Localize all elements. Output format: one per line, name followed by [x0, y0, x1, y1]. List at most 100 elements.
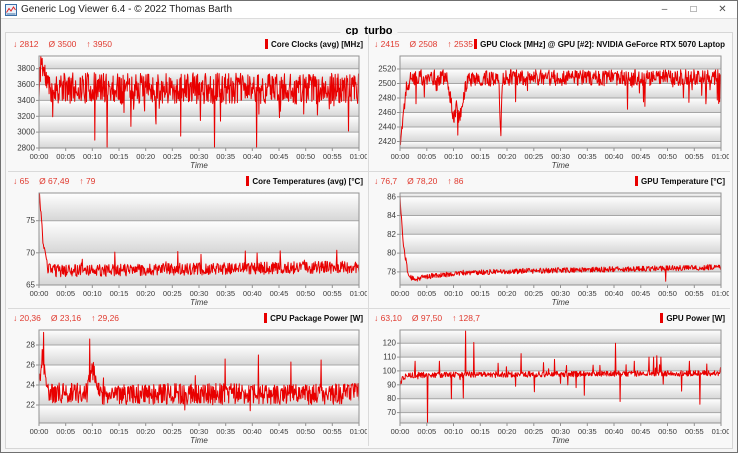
svg-text:70: 70 — [387, 408, 396, 417]
minimize-button[interactable]: – — [650, 1, 679, 18]
chart-panel-core-clocks: ↓ 2812 Ø 3500 ↑ 3950 Core Clocks (avg) [… — [8, 35, 369, 172]
chart-grid: ↓ 2812 Ø 3500 ↑ 3950 Core Clocks (avg) [… — [8, 35, 730, 446]
svg-text:00:10: 00:10 — [83, 289, 102, 298]
svg-text:00:30: 00:30 — [190, 427, 209, 436]
svg-text:00:50: 00:50 — [296, 289, 315, 298]
svg-text:110: 110 — [383, 353, 396, 362]
svg-text:00:20: 00:20 — [136, 152, 155, 161]
svg-text:28: 28 — [26, 341, 35, 350]
svg-text:00:35: 00:35 — [216, 427, 235, 436]
stat-avg: Ø 23,16 — [51, 313, 81, 323]
svg-text:100: 100 — [383, 366, 397, 375]
chart-title: Core Clocks (avg) [MHz] — [265, 39, 363, 49]
svg-text:00:40: 00:40 — [243, 289, 262, 298]
svg-text:Time: Time — [190, 436, 208, 445]
stat-avg: Ø 78,20 — [407, 176, 437, 186]
svg-text:00:55: 00:55 — [685, 427, 704, 436]
chart-plot-area[interactable]: 2224262800:0000:0500:1000:1500:2000:2500… — [9, 326, 367, 445]
chart-plot-area[interactable]: 70809010011012000:0000:0500:1000:1500:20… — [370, 326, 729, 445]
svg-text:22: 22 — [26, 401, 35, 410]
svg-text:2500: 2500 — [378, 79, 396, 88]
chart-canvas: 70809010011012000:0000:0500:1000:1500:20… — [370, 326, 729, 445]
svg-text:00:00: 00:00 — [30, 427, 49, 436]
svg-text:00:20: 00:20 — [136, 427, 155, 436]
svg-text:2520: 2520 — [378, 65, 396, 74]
svg-text:00:00: 00:00 — [30, 152, 49, 161]
svg-text:01:00: 01:00 — [350, 289, 367, 298]
svg-text:Time: Time — [552, 298, 570, 307]
svg-text:00:50: 00:50 — [658, 427, 677, 436]
svg-text:00:10: 00:10 — [444, 152, 463, 161]
svg-text:00:50: 00:50 — [658, 152, 677, 161]
svg-text:86: 86 — [387, 192, 396, 201]
stat-min: ↓ 65 — [13, 176, 29, 186]
chart-stats: ↓ 65 Ø 67,49 ↑ 79 — [13, 176, 95, 186]
chart-canvas: 2224262800:0000:0500:1000:1500:2000:2500… — [9, 326, 367, 445]
svg-text:00:45: 00:45 — [631, 152, 650, 161]
chart-panel-cpu-package-power: ↓ 20,36 Ø 23,16 ↑ 29,26 CPU Package Powe… — [8, 309, 369, 446]
svg-text:00:45: 00:45 — [270, 152, 289, 161]
svg-text:00:25: 00:25 — [163, 289, 182, 298]
chart-canvas: 65707500:0000:0500:1000:1500:2000:2500:3… — [9, 189, 367, 307]
svg-text:00:45: 00:45 — [270, 427, 289, 436]
svg-text:Time: Time — [552, 161, 570, 170]
stat-min: ↓ 20,36 — [13, 313, 41, 323]
svg-text:00:05: 00:05 — [417, 427, 436, 436]
app-window: Generic Log Viewer 6.4 - © 2022 Thomas B… — [0, 0, 738, 453]
svg-text:00:30: 00:30 — [551, 427, 570, 436]
svg-text:00:10: 00:10 — [83, 427, 102, 436]
svg-text:3000: 3000 — [17, 128, 35, 137]
svg-text:01:00: 01:00 — [350, 427, 367, 436]
stat-max: ↑ 86 — [447, 176, 463, 186]
svg-text:00:05: 00:05 — [417, 289, 436, 298]
chart-title-text: Core Clocks (avg) [MHz] — [271, 40, 363, 49]
titlebar[interactable]: Generic Log Viewer 6.4 - © 2022 Thomas B… — [1, 1, 737, 19]
svg-text:01:00: 01:00 — [350, 152, 367, 161]
svg-text:00:25: 00:25 — [163, 152, 182, 161]
svg-text:00:05: 00:05 — [56, 152, 75, 161]
svg-text:00:45: 00:45 — [270, 289, 289, 298]
chart-plot-area[interactable]: 65707500:0000:0500:1000:1500:2000:2500:3… — [9, 189, 367, 307]
svg-text:Time: Time — [190, 161, 208, 170]
svg-text:00:05: 00:05 — [56, 289, 75, 298]
svg-text:2480: 2480 — [378, 94, 396, 103]
svg-text:00:10: 00:10 — [83, 152, 102, 161]
maximize-button[interactable]: □ — [679, 1, 708, 18]
legend-color-marker — [265, 39, 268, 49]
svg-text:2460: 2460 — [378, 108, 396, 117]
main-content: cp_turbo ↓ 2812 Ø 3500 ↑ 3950 Core Clock… — [1, 20, 737, 452]
svg-text:00:35: 00:35 — [578, 289, 597, 298]
svg-text:00:40: 00:40 — [605, 152, 624, 161]
chart-panel-gpu-clock: ↓ 2415 Ø 2508 ↑ 2535 GPU Clock [MHz] @ G… — [369, 35, 730, 172]
close-button[interactable]: ✕ — [708, 1, 737, 18]
chart-plot-area[interactable]: 24202440246024802500252000:0000:0500:100… — [370, 52, 729, 170]
svg-text:3600: 3600 — [17, 80, 35, 89]
chart-plot-area[interactable]: 28003000320034003600380000:0000:0500:100… — [9, 52, 367, 170]
svg-text:00:50: 00:50 — [658, 289, 677, 298]
app-icon — [5, 4, 17, 16]
svg-text:01:00: 01:00 — [712, 289, 729, 298]
svg-text:00:30: 00:30 — [190, 152, 209, 161]
window-title: Generic Log Viewer 6.4 - © 2022 Thomas B… — [21, 4, 650, 15]
svg-text:00:20: 00:20 — [136, 289, 155, 298]
chart-stats: ↓ 63,10 Ø 97,50 ↑ 128,7 — [374, 313, 480, 323]
chart-panel-gpu-power: ↓ 63,10 Ø 97,50 ↑ 128,7 GPU Power [W] 70… — [369, 309, 730, 446]
stat-min: ↓ 76,7 — [374, 176, 397, 186]
svg-text:00:20: 00:20 — [498, 289, 517, 298]
svg-text:00:15: 00:15 — [471, 152, 490, 161]
svg-text:75: 75 — [26, 216, 35, 225]
svg-text:00:55: 00:55 — [685, 152, 704, 161]
chart-stats: ↓ 2812 Ø 3500 ↑ 3950 — [13, 39, 112, 49]
svg-text:00:40: 00:40 — [243, 427, 262, 436]
chart-plot-area[interactable]: 788082848600:0000:0500:1000:1500:2000:25… — [370, 189, 729, 307]
svg-text:00:55: 00:55 — [323, 152, 342, 161]
chart-canvas: 788082848600:0000:0500:1000:1500:2000:25… — [370, 189, 729, 307]
svg-text:80: 80 — [387, 394, 396, 403]
legend-color-marker — [246, 176, 249, 186]
svg-text:00:00: 00:00 — [30, 289, 49, 298]
svg-text:00:15: 00:15 — [110, 427, 129, 436]
stat-max: ↑ 3950 — [86, 39, 112, 49]
svg-text:00:55: 00:55 — [323, 289, 342, 298]
chart-title-text: Core Temperatures (avg) [°C] — [252, 177, 363, 186]
svg-text:00:40: 00:40 — [605, 289, 624, 298]
